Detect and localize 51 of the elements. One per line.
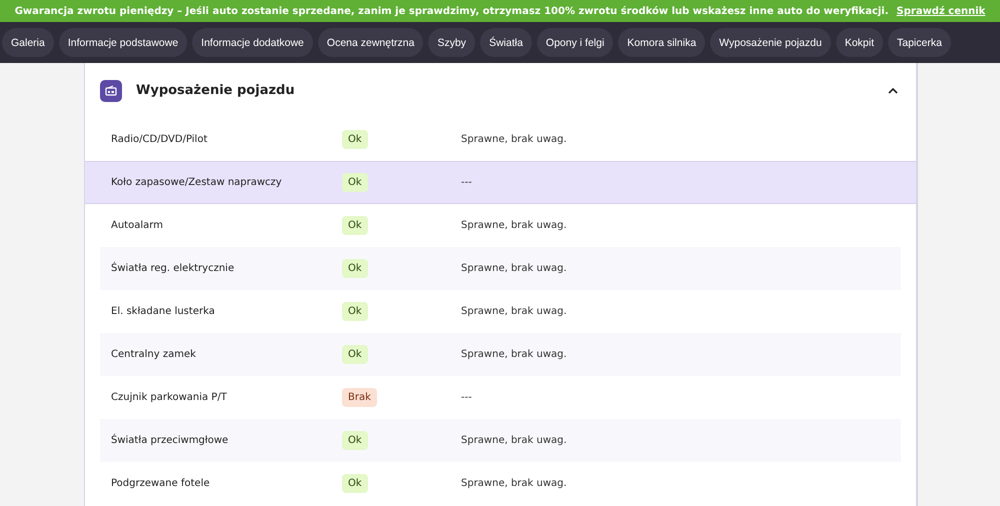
table-row[interactable]: El. składane lusterka Ok Sprawne, brak uwag.: [100, 290, 901, 333]
status-badge: Ok: [342, 431, 368, 450]
item-name: Koło zapasowe/Zestaw naprawczy: [111, 177, 283, 188]
item-note: Sprawne, brak uwag.: [461, 220, 567, 231]
item-note: Sprawne, brak uwag.: [461, 478, 567, 489]
nav-tab[interactable]: Komora silnika: [618, 28, 706, 57]
banner-text: Gwarancja zwrotu pieniędzy – Jeśli auto zostanie sprzedane, zanim je sprawdzimy, otrzymasz 100% zwrotu środków lub wskażesz inne auto do weryfikacji.: [14, 6, 889, 16]
nav-tab[interactable]: Kokpit: [836, 28, 883, 57]
item-note: Sprawne, brak uwag.: [461, 306, 567, 317]
item-note: Sprawne, brak uwag.: [461, 349, 567, 360]
chevron-icon[interactable]: [888, 87, 898, 94]
status-badge: Ok: [342, 173, 368, 192]
item-name: Podgrzewane fotele: [111, 478, 211, 489]
nav-tab[interactable]: Opony i felgi: [536, 28, 614, 57]
item-note: Sprawne, brak uwag.: [461, 435, 567, 446]
table-row[interactable]: Czujnik parkowania P/T Brak ---: [100, 376, 901, 419]
table-row[interactable]: Koło zapasowe/Zestaw naprawczy Ok ---: [85, 161, 916, 204]
status-badge: Brak: [342, 388, 377, 407]
table-row[interactable]: Autoalarm Ok Sprawne, brak uwag.: [100, 204, 901, 247]
item-name: Czujnik parkowania P/T: [111, 392, 228, 403]
nav-tab[interactable]: Światła: [480, 28, 532, 57]
radio-icon: [100, 80, 122, 102]
nav-tab[interactable]: Ocena zewnętrzna: [318, 28, 424, 57]
item-name: Radio/CD/DVD/Pilot: [111, 134, 208, 145]
status-badge: Ok: [342, 474, 368, 493]
table-row[interactable]: Światła reg. elektrycznie Ok Sprawne, brak uwag.: [100, 247, 901, 290]
table-row[interactable]: Radio/CD/DVD/Pilot Ok Sprawne, brak uwag.: [100, 118, 901, 161]
nav-tab[interactable]: Wyposażenie pojazdu: [710, 28, 831, 57]
status-badge: Ok: [342, 216, 368, 235]
item-note: ---: [461, 392, 472, 403]
item-note: Sprawne, brak uwag.: [461, 134, 567, 145]
item-name: Autoalarm: [111, 220, 164, 231]
nav-tab[interactable]: Informacje podstawowe: [58, 28, 188, 57]
nav-tab[interactable]: Galeria: [2, 28, 54, 57]
item-note: ---: [461, 177, 472, 188]
item-name: Centralny zamek: [111, 349, 197, 360]
status-badge: Ok: [342, 302, 368, 321]
nav-tab[interactable]: Szyby: [428, 28, 476, 57]
item-note: Sprawne, brak uwag.: [461, 263, 567, 274]
status-badge: Ok: [342, 345, 368, 364]
table-row[interactable]: Światła przeciwmgłowe Ok Sprawne, brak uwag.: [100, 419, 901, 462]
table-row[interactable]: Centralny zamek Ok Sprawne, brak uwag.: [100, 333, 901, 376]
table-row[interactable]: Podgrzewane fotele Ok Sprawne, brak uwag.: [100, 462, 901, 505]
item-name: Światła reg. elektrycznie: [111, 263, 236, 274]
section-title: Wyposażenie pojazdu: [136, 83, 296, 98]
nav-tab[interactable]: Tapicerka: [888, 28, 951, 57]
item-name: El. składane lusterka: [111, 306, 216, 317]
status-badge: Ok: [342, 130, 368, 149]
nav-tab[interactable]: Informacje dodatkowe: [192, 28, 313, 57]
status-badge: Ok: [342, 259, 368, 278]
item-name: Światła przeciwmgłowe: [111, 435, 230, 446]
